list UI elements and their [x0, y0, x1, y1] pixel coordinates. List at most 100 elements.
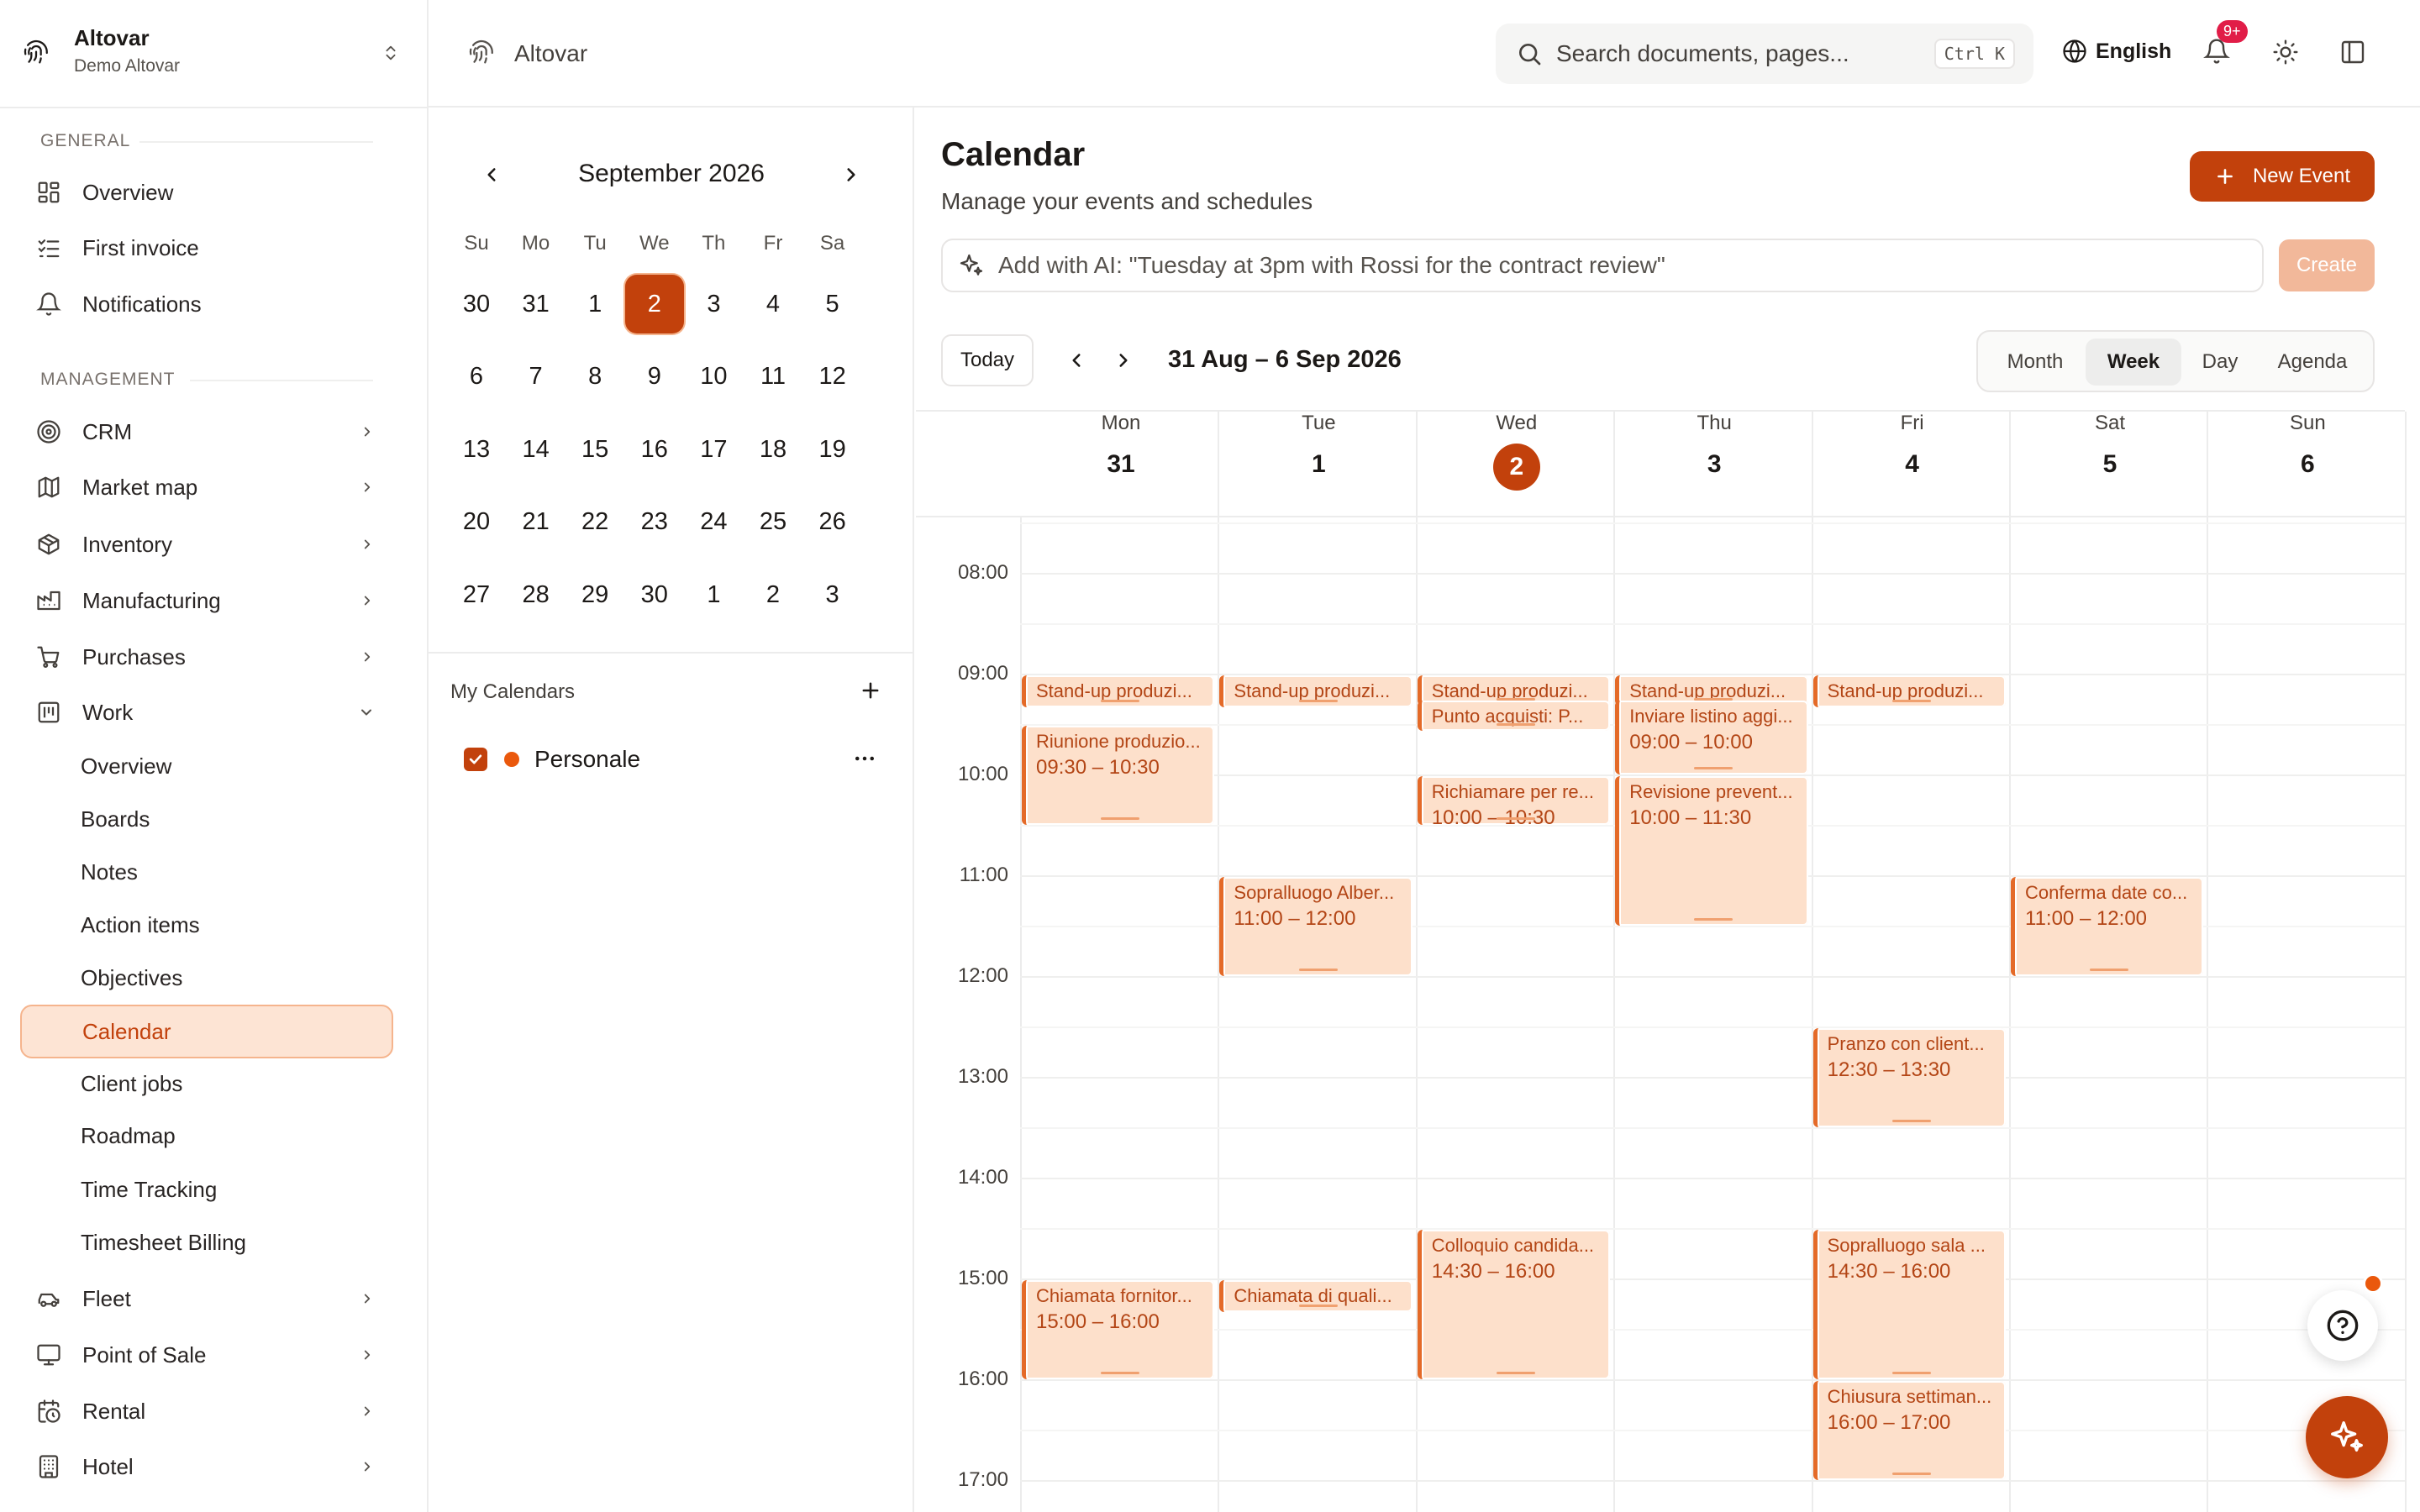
mini-calendar-day[interactable]: 2	[624, 275, 684, 333]
mini-calendar-day[interactable]: 7	[507, 348, 566, 407]
mini-calendar-day[interactable]: 26	[803, 493, 862, 552]
panel-toggle[interactable]	[2339, 39, 2366, 66]
mini-calendar-day[interactable]: 29	[566, 565, 624, 624]
create-button[interactable]: Create	[2279, 239, 2375, 291]
mini-calendar-day[interactable]: 28	[507, 565, 566, 624]
mini-calendar-day[interactable]: 19	[803, 420, 862, 479]
view-week[interactable]: Week	[2086, 339, 2181, 386]
sidebar-subitem-calendar[interactable]: Calendar	[20, 1005, 393, 1058]
resize-handle[interactable]	[1891, 700, 1931, 702]
mini-calendar-day[interactable]: 6	[447, 348, 506, 407]
help-button[interactable]	[2307, 1290, 2378, 1361]
view-day[interactable]: Day	[2188, 339, 2252, 386]
calendar-event[interactable]: Stand-up produzi...	[1022, 675, 1215, 707]
sidebar-subitem-boards[interactable]: Boards	[20, 794, 393, 844]
mini-calendar-day[interactable]: 15	[566, 420, 624, 479]
next-week-button[interactable]	[1113, 348, 1134, 373]
calendar-event[interactable]: Riunione produzio... 09:30 – 10:30	[1022, 726, 1215, 825]
calendar-event[interactable]: Punto acquisti: P...09:00 – 09:30	[1417, 701, 1611, 731]
mini-calendar-day[interactable]: 13	[447, 420, 506, 479]
mini-calendar-day[interactable]: 1	[566, 275, 624, 333]
sidebar-item-work[interactable]: Work	[20, 686, 393, 738]
resize-handle[interactable]	[1298, 969, 1338, 971]
day-header[interactable]: Wed 2	[1418, 412, 1616, 491]
mini-calendar-day[interactable]: 5	[803, 275, 862, 333]
breadcrumb[interactable]: Altovar	[514, 40, 587, 67]
calendar-event[interactable]: Chiamata fornitor... 15:00 – 16:00	[1022, 1280, 1215, 1379]
calendar-event[interactable]: Richiamare per re... 10:00 – 10:30	[1417, 776, 1611, 825]
calendar-event[interactable]: Chiusura settiman... 16:00 – 17:00	[1812, 1381, 2006, 1480]
prev-week-button[interactable]	[1065, 348, 1087, 373]
calendar-event[interactable]: Sopralluogo sala ... 14:30 – 16:00	[1812, 1230, 2006, 1379]
sidebar-subitem-client-jobs[interactable]: Client jobs	[20, 1058, 393, 1109]
sidebar-item-market-map[interactable]: Market map	[20, 461, 393, 513]
view-month[interactable]: Month	[1991, 339, 2079, 386]
mini-calendar-day[interactable]: 31	[507, 275, 566, 333]
mini-calendar-day[interactable]: 24	[684, 493, 743, 552]
resize-handle[interactable]	[1298, 1305, 1338, 1307]
resize-handle[interactable]	[1101, 1372, 1140, 1374]
sidebar-item-hotel[interactable]: Hotel	[20, 1441, 393, 1493]
resize-handle[interactable]	[2090, 969, 2129, 971]
resize-handle[interactable]	[1298, 700, 1338, 702]
sidebar-subitem-overview[interactable]: Overview	[20, 741, 393, 791]
sidebar-subitem-action-items[interactable]: Action items	[20, 900, 393, 950]
mini-calendar-day[interactable]: 9	[625, 348, 684, 407]
mini-calendar-day[interactable]: 11	[744, 348, 802, 407]
sidebar-item-purchases[interactable]: Purchases	[20, 631, 393, 683]
checkbox-checked-icon[interactable]	[464, 748, 487, 771]
more-horizontal-icon[interactable]	[852, 746, 877, 771]
day-header[interactable]: Sun 6	[2208, 412, 2407, 479]
sidebar-item-inventory[interactable]: Inventory	[20, 518, 393, 570]
mini-calendar-day[interactable]: 18	[744, 420, 802, 479]
day-header[interactable]: Mon 31	[1022, 412, 1220, 479]
mini-calendar-day[interactable]: 27	[447, 565, 506, 624]
calendar-event[interactable]: Conferma date co... 11:00 – 12:00	[2011, 877, 2204, 976]
mini-calendar-day[interactable]: 12	[803, 348, 862, 407]
new-event-button[interactable]: New Event	[2190, 151, 2375, 202]
mini-calendar-day[interactable]: 20	[447, 493, 506, 552]
sidebar-item-notifications[interactable]: Notifications	[20, 278, 393, 330]
theme-toggle[interactable]	[2272, 39, 2299, 66]
mini-calendar-day[interactable]: 10	[684, 348, 743, 407]
resize-handle[interactable]	[1496, 723, 1535, 726]
mini-calendar-day[interactable]: 30	[625, 565, 684, 624]
sidebar-item-manufacturing[interactable]: Manufacturing	[20, 575, 393, 627]
calendar-event[interactable]: Stand-up produzi...	[1219, 675, 1413, 707]
today-button[interactable]: Today	[941, 334, 1034, 386]
day-header[interactable]: Fri 4	[1813, 412, 2012, 479]
ai-assistant-button[interactable]	[2306, 1396, 2388, 1478]
resize-handle[interactable]	[1101, 700, 1140, 702]
calendar-event[interactable]: Sopralluogo Alber... 11:00 – 12:00	[1219, 877, 1413, 976]
ai-event-input[interactable]: Add with AI: "Tuesday at 3pm with Rossi …	[941, 239, 2264, 292]
resize-handle[interactable]	[1891, 1473, 1931, 1475]
resize-handle[interactable]	[1496, 1372, 1535, 1374]
mini-calendar-day[interactable]: 1	[684, 565, 743, 624]
chevrons-up-down-icon[interactable]	[381, 40, 400, 66]
resize-handle[interactable]	[1694, 918, 1733, 921]
sidebar-subitem-notes[interactable]: Notes	[20, 847, 393, 897]
mini-calendar-day[interactable]: 2	[744, 565, 802, 624]
resize-handle[interactable]	[1496, 817, 1535, 820]
sidebar-item-crm[interactable]: CRM	[20, 406, 393, 458]
day-header[interactable]: Thu 3	[1615, 412, 1813, 479]
sidebar-item-point-of-sale[interactable]: Point of Sale	[20, 1329, 393, 1381]
calendar-event[interactable]: Colloquio candida... 14:30 – 16:00	[1417, 1230, 1611, 1379]
mini-calendar-day[interactable]: 16	[625, 420, 684, 479]
resize-handle[interactable]	[1891, 1372, 1931, 1374]
mini-calendar-day[interactable]: 8	[566, 348, 624, 407]
mini-calendar-day[interactable]: 30	[447, 275, 506, 333]
next-month-button[interactable]	[840, 163, 862, 186]
mini-calendar-day[interactable]: 23	[625, 493, 684, 552]
calendar-event[interactable]: Revisione prevent... 10:00 – 11:30	[1615, 776, 1808, 926]
sidebar-item-rental[interactable]: Rental	[20, 1385, 393, 1437]
sidebar-item-fleet[interactable]: Fleet	[20, 1273, 393, 1325]
calendar-event[interactable]: Chiamata di quali...	[1219, 1280, 1413, 1312]
mini-calendar-day[interactable]: 4	[744, 275, 802, 333]
mini-calendar-day[interactable]: 17	[684, 420, 743, 479]
mini-calendar-day[interactable]: 21	[507, 493, 566, 552]
calendar-event[interactable]: Inviare listino aggi... 09:00 – 10:00	[1615, 701, 1808, 774]
mini-calendar-day[interactable]: 3	[684, 275, 743, 333]
workspace-switcher[interactable]: Altovar Demo Altovar	[74, 25, 180, 76]
search-input[interactable]: Search documents, pages... Ctrl K	[1496, 24, 2033, 84]
